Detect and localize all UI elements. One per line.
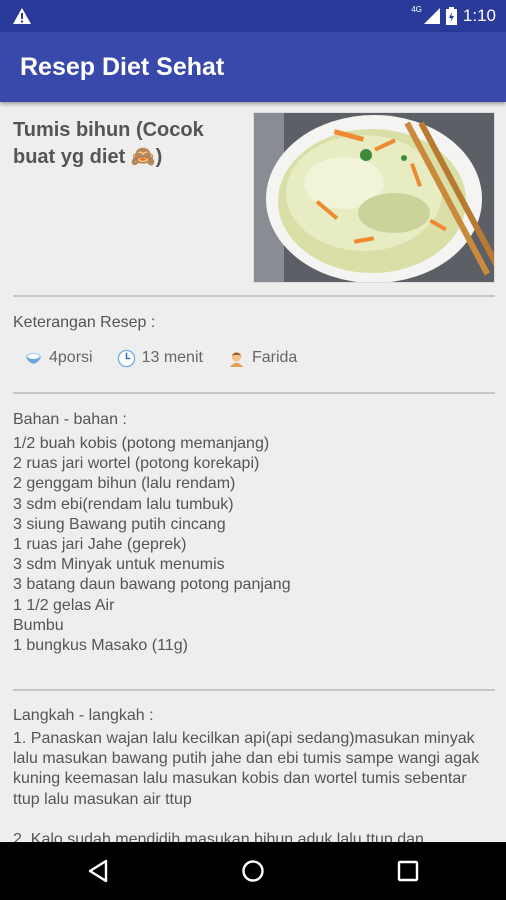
recipe-title: Tumis bihun (Cocok buat yg diet 🙈): [13, 119, 204, 168]
author-text: Farida: [251, 349, 298, 366]
recipe-meta: 4porsi 13 menit Farida: [24, 346, 321, 370]
bowl-icon: [25, 352, 42, 364]
recipe-photo[interactable]: [253, 112, 495, 283]
ingredient-item: 3 sdm ebi(rendam lalu tumbuk): [13, 495, 234, 513]
battery-icon: [445, 7, 457, 25]
ingredient-item: 1 bungkus Masako (11g): [13, 637, 188, 655]
divider: [13, 392, 495, 394]
food-image: [254, 113, 494, 282]
status-bar: 4G 1:10: [0, 0, 506, 32]
network-type: 4G: [411, 5, 422, 14]
clock: 1:10: [462, 6, 496, 25]
ingredient-item: 3 sdm Minyak untuk menumis: [13, 556, 225, 574]
ingredient-item: 2 ruas jari wortel (potong korekapi): [13, 455, 260, 473]
back-icon[interactable]: [84, 856, 114, 886]
step-item: 1. Panaskan wajan lalu kecilkan api(api …: [13, 730, 480, 808]
servings-text: 4porsi: [49, 349, 93, 366]
duration: 13 menit: [117, 349, 203, 368]
ingredient-item: 2 genggam bihun (lalu rendam): [13, 475, 236, 493]
person-icon: [229, 351, 244, 367]
ingredient-item: 3 batang daun bawang potong panjang: [13, 576, 291, 594]
recents-icon[interactable]: [393, 856, 423, 886]
ingredients-list: 1/2 buah kobis (potong memanjang) 2 ruas…: [13, 434, 291, 656]
ingredient-item: Bumbu: [13, 616, 64, 634]
home-icon[interactable]: [238, 856, 268, 886]
step-item: 2. Kalo sudah mendidih masukan bihun adu…: [13, 830, 424, 842]
warning-icon: [13, 8, 31, 24]
app-title: Resep Diet Sehat: [20, 53, 225, 81]
signal-icon: [423, 8, 440, 24]
author: Farida: [227, 349, 297, 368]
recipe-content[interactable]: Tumis bihun (Cocok buat yg diet 🙈) Keter…: [0, 102, 506, 842]
divider: [13, 689, 495, 691]
ingredients-label: Bahan - bahan :: [13, 411, 127, 428]
steps-label: Langkah - langkah :: [13, 707, 154, 724]
app-bar: Resep Diet Sehat: [0, 32, 506, 102]
divider: [13, 295, 495, 297]
clock-icon: [117, 349, 135, 367]
ingredient-item: 1/2 buah kobis (potong memanjang): [13, 435, 270, 452]
duration-text: 13 menit: [141, 349, 203, 366]
steps-list: 1. Panaskan wajan lalu kecilkan api(api …: [13, 729, 493, 842]
info-label: Keterangan Resep :: [13, 314, 156, 331]
ingredient-item: 3 siung Bawang putih cincang: [13, 515, 226, 533]
servings: 4porsi: [24, 349, 93, 368]
navigation-bar: [0, 842, 506, 900]
ingredient-item: 1 ruas jari Jahe (geprek): [13, 536, 187, 554]
ingredient-item: 1 1/2 gelas Air: [13, 596, 115, 614]
